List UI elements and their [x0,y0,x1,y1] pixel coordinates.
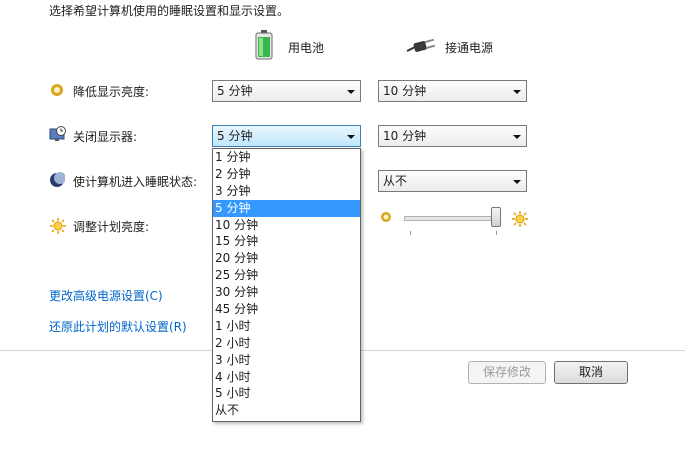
slider-tick [496,231,497,235]
display-off-dropdown-list[interactable]: 1 分钟 2 分钟 3 分钟 5 分钟 10 分钟 15 分钟 20 分钟 25 分钟 30 分… [212,148,361,422]
dim-plugged-value: 10 分钟 [383,84,427,98]
chevron-down-icon [513,135,521,139]
restore-defaults-link[interactable]: 还原此计划的默认设置(R) [49,318,187,335]
dropdown-option[interactable]: 10 分钟 [213,217,360,234]
slider-tick [410,231,411,235]
dropdown-option[interactable]: 从不 [213,402,360,419]
monitor-clock-icon [49,126,66,142]
save-button[interactable]: 保存修改 [468,361,546,384]
sleep-plugged-value: 从不 [383,174,408,188]
dim-plugged-select[interactable]: 10 分钟 [378,80,527,102]
dim-battery-select[interactable]: 5 分钟 [212,80,361,102]
display-off-label: 关闭显示器: [73,130,138,144]
dropdown-option[interactable]: 4 小时 [213,369,360,386]
display-off-plugged-value: 10 分钟 [383,129,427,143]
plugged-column-header: 接通电源 [445,41,494,55]
power-plug-icon [405,38,437,57]
dropdown-option[interactable]: 45 分钟 [213,301,360,318]
dim-battery-value: 5 分钟 [217,84,253,98]
dropdown-option[interactable]: 1 分钟 [213,149,360,166]
dim-sun-icon [380,211,392,226]
brightness-slider-thumb[interactable] [491,207,501,227]
chevron-down-icon [513,90,521,94]
display-off-battery-value: 5 分钟 [217,129,253,143]
sun-icon [49,217,66,234]
dropdown-option[interactable]: 3 分钟 [213,183,360,200]
cancel-button[interactable]: 取消 [554,361,628,384]
dropdown-option[interactable]: 1 小时 [213,318,360,335]
moon-sleep-icon [49,172,66,188]
battery-icon [255,30,273,63]
advanced-settings-link[interactable]: 更改高级电源设置(C) [49,287,163,304]
dim-label: 降低显示亮度: [73,85,150,99]
bright-sun-icon [511,210,529,231]
dropdown-option[interactable]: 5 小时 [213,385,360,402]
battery-column-header: 用电池 [288,41,325,55]
brightness-label: 调整计划亮度: [73,220,150,234]
dropdown-option[interactable]: 3 小时 [213,352,360,369]
intro-text: 选择希望计算机使用的睡眠设置和显示设置。 [49,4,290,18]
dropdown-option[interactable]: 2 小时 [213,335,360,352]
brightness-slider-track[interactable] [404,216,498,221]
sleep-plugged-select[interactable]: 从不 [378,170,527,192]
display-off-plugged-select[interactable]: 10 分钟 [378,125,527,147]
dropdown-option[interactable]: 20 分钟 [213,250,360,267]
dropdown-option[interactable]: 15 分钟 [213,233,360,250]
dropdown-option[interactable]: 2 分钟 [213,166,360,183]
chevron-down-icon [347,90,355,94]
chevron-down-icon [347,135,355,139]
sleep-label: 使计算机进入睡眠状态: [73,175,198,189]
chevron-down-icon [513,180,521,184]
dropdown-option[interactable]: 5 分钟 [213,199,360,217]
display-off-battery-select[interactable]: 5 分钟 [212,125,361,147]
dropdown-option[interactable]: 25 分钟 [213,267,360,284]
dim-brightness-icon [49,82,65,98]
dropdown-option[interactable]: 30 分钟 [213,284,360,301]
